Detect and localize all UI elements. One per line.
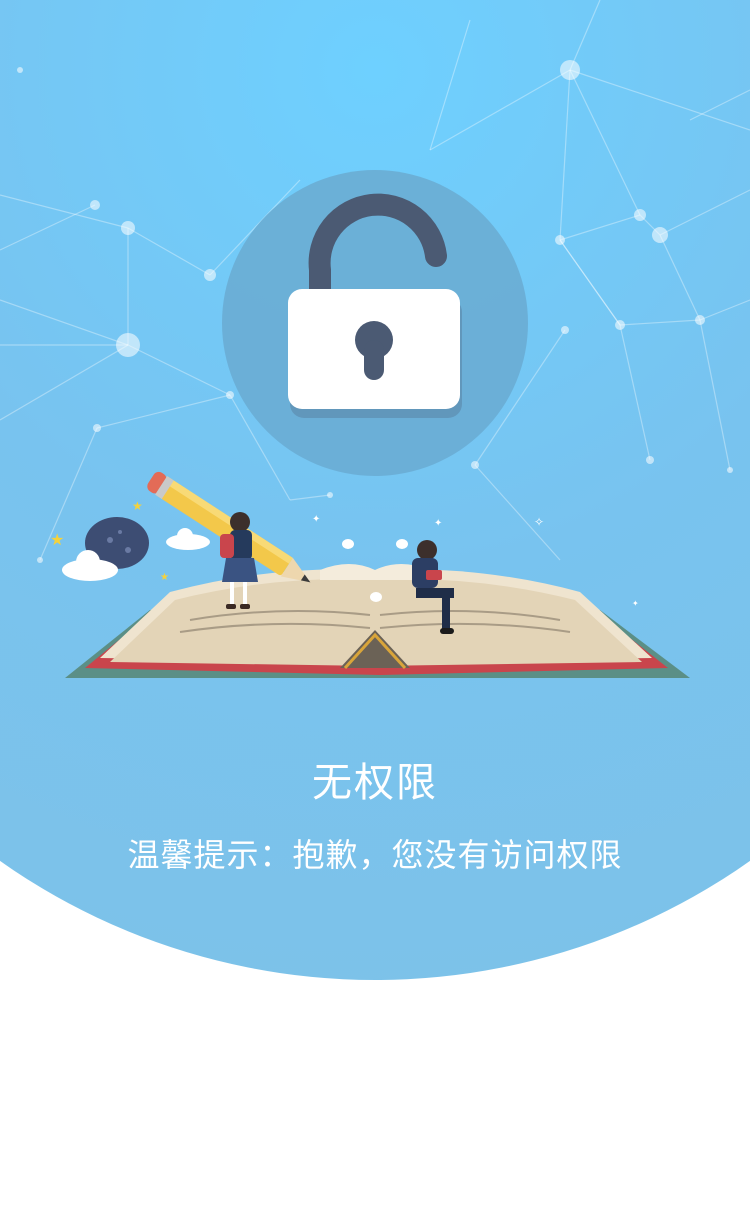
svg-text:✦: ✦ xyxy=(632,599,639,608)
permission-tip-text: 温馨提示：抱歉，您没有访问权限 xyxy=(127,836,623,874)
svg-text:★: ★ xyxy=(132,499,143,513)
svg-text:★: ★ xyxy=(160,572,169,583)
svg-text:★: ★ xyxy=(50,530,64,549)
unlocked-padlock-icon xyxy=(288,193,462,418)
hero-section: ★ ★ ★ ✦ ✦ ✧ ✦ 无权限 温馨提示：抱歉，您没有访问权限 xyxy=(0,0,750,980)
open-book-students-illustration: ★ ★ ★ ✦ ✦ ✧ ✦ xyxy=(50,471,690,678)
page-title: 无权限 xyxy=(312,760,438,806)
svg-text:✦: ✦ xyxy=(312,514,320,525)
svg-text:✦: ✦ xyxy=(434,518,442,529)
svg-text:✧: ✧ xyxy=(534,515,544,529)
